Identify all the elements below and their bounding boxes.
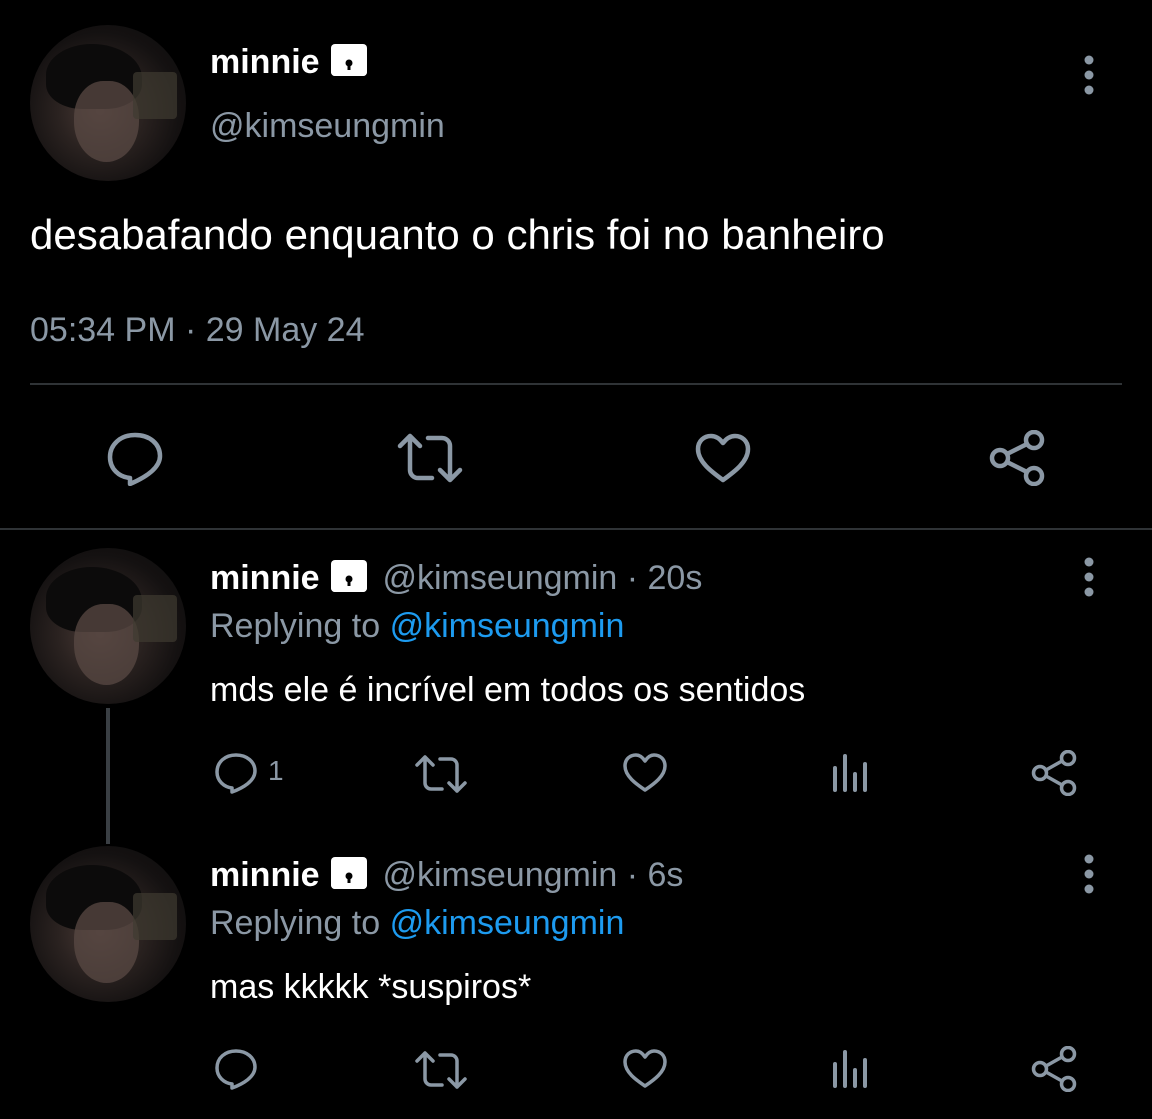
author-name[interactable]: minnie [210,559,320,597]
share-icon[interactable] [1030,1046,1078,1092]
more-options-icon[interactable] [1078,54,1100,96]
replying-to-link[interactable]: @kimseungmin [390,904,625,942]
like-icon[interactable] [694,432,752,484]
like-icon[interactable] [622,752,668,794]
avatar[interactable] [30,548,186,704]
like-icon[interactable] [622,1048,668,1090]
reply-icon[interactable] [214,752,258,794]
replying-to-link[interactable]: @kimseungmin [390,607,625,645]
author-name[interactable]: minnie [210,43,320,81]
replying-to-label: Replying to [210,904,381,942]
share-icon[interactable] [988,430,1046,486]
avatar[interactable] [30,846,186,1002]
avatar[interactable] [30,25,186,181]
lock-icon [331,44,368,76]
divider [0,528,1152,530]
retweet-icon[interactable] [414,754,468,794]
author-handle[interactable]: @kimseungmin [382,856,617,894]
replying-to-label: Replying to [210,607,381,645]
tweet-age: · 20s [626,559,703,597]
analytics-icon[interactable] [830,1048,870,1090]
analytics-icon[interactable] [830,752,870,794]
tweet-text: mds ele é incrível em todos os sentidos [210,671,806,709]
thread-line [106,708,110,844]
author-handle[interactable]: @kimseungmin [382,559,617,597]
tweet-text: desabafando enquanto o chris foi no banh… [30,211,885,258]
reply-icon[interactable] [106,430,164,486]
reply-icon[interactable] [214,1048,258,1090]
share-icon[interactable] [1030,750,1078,796]
tweet-text: mas kkkkk *suspiros* [210,968,532,1006]
retweet-icon[interactable] [396,432,464,484]
lock-icon [331,560,368,592]
tweet-age: · 6s [626,856,684,894]
author-name[interactable]: minnie [210,856,320,894]
divider [30,383,1122,385]
author-handle[interactable]: @kimseungmin [210,106,445,146]
more-options-icon[interactable] [1078,556,1100,598]
reply-count: 1 [268,755,284,786]
more-options-icon[interactable] [1078,853,1100,895]
tweet-timestamp: 05:34 PM · 29 May 24 [30,311,365,349]
retweet-icon[interactable] [414,1050,468,1090]
lock-icon [331,857,368,889]
